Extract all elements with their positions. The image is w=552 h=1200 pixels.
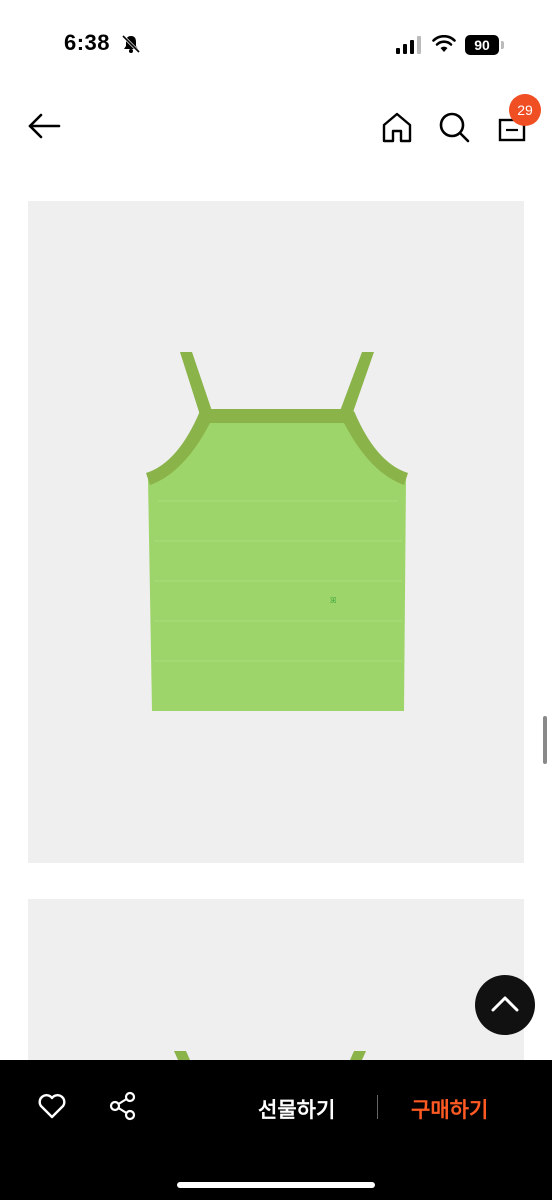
divider	[377, 1095, 378, 1119]
heart-icon[interactable]	[37, 1091, 67, 1121]
status-bar: 6:38 90	[0, 0, 552, 90]
gift-button[interactable]: 선물하기	[258, 1094, 335, 1124]
svg-text:ꕤ: ꕤ	[330, 596, 337, 605]
bottom-action-bar	[0, 1060, 552, 1200]
bell-muted-icon	[121, 34, 141, 54]
chevron-up-icon	[491, 996, 519, 1012]
scroll-to-top-button[interactable]	[475, 975, 535, 1035]
cellular-signal-icon	[396, 36, 421, 54]
home-indicator[interactable]	[177, 1182, 375, 1188]
buy-button[interactable]: 구매하기	[411, 1094, 488, 1124]
status-time: 6:38	[64, 30, 111, 55]
scrollbar[interactable]	[543, 716, 547, 764]
tank-top-illustration: ꕤ	[146, 352, 408, 711]
back-arrow-icon[interactable]	[26, 110, 62, 142]
search-icon[interactable]	[437, 110, 471, 144]
share-icon[interactable]	[108, 1091, 138, 1121]
wifi-icon	[432, 35, 456, 52]
product-image-main[interactable]: ꕤ	[28, 201, 524, 863]
home-icon[interactable]	[380, 110, 414, 144]
cart-count-badge: 29	[509, 94, 541, 126]
battery-level: 90	[465, 35, 499, 55]
battery-indicator: 90	[465, 35, 505, 55]
battery-cap	[501, 41, 504, 49]
